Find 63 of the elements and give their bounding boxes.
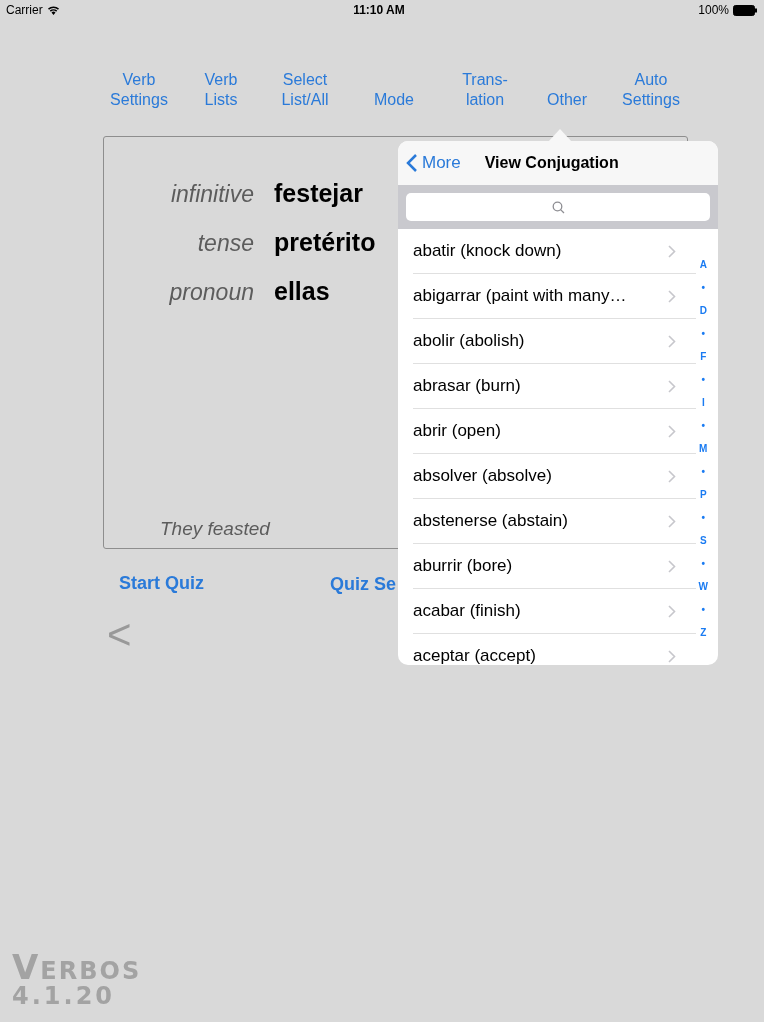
battery-percent: 100% — [698, 3, 729, 17]
verb-row[interactable]: abstenerse (abstain) — [413, 499, 696, 544]
index-letter[interactable]: Z — [700, 621, 707, 644]
verb-row[interactable]: aburrir (bore) — [413, 544, 696, 589]
field-label: tense — [197, 230, 254, 257]
translation-text: They feasted — [160, 518, 270, 540]
index-letter[interactable]: W — [698, 575, 708, 598]
chevron-right-icon — [668, 559, 676, 573]
verb-row[interactable]: abrir (open) — [413, 409, 696, 454]
toolbar-button[interactable]: Trans- lation — [446, 68, 524, 110]
index-letter[interactable]: • — [701, 460, 706, 483]
index-letter[interactable]: S — [699, 529, 707, 552]
index-letter[interactable]: • — [701, 552, 706, 575]
verb-row[interactable]: abigarrar (paint with many… — [413, 274, 696, 319]
search-field[interactable] — [406, 193, 710, 221]
verb-row[interactable]: aceptar (accept) — [413, 634, 696, 665]
chevron-right-icon — [668, 649, 676, 663]
field-value: ellas — [274, 277, 330, 306]
chevron-left-icon — [406, 153, 418, 173]
index-letter[interactable]: • — [701, 276, 706, 299]
popover-title: View Conjugation — [484, 154, 619, 172]
chevron-right-icon — [668, 514, 676, 528]
back-link[interactable]: More — [406, 153, 461, 173]
toolbar-button[interactable]: Select List/All — [268, 68, 342, 110]
toolbar-button[interactable]: Verb Settings — [104, 68, 174, 110]
index-letter[interactable]: • — [701, 368, 706, 391]
index-letter[interactable]: I — [701, 391, 705, 414]
toolbar-button[interactable]: Verb Lists — [174, 68, 268, 110]
chevron-right-icon — [668, 379, 676, 393]
index-letter[interactable]: P — [699, 483, 707, 506]
index-letter[interactable]: M — [699, 437, 708, 460]
index-letter[interactable]: • — [701, 506, 706, 529]
chevron-right-icon — [668, 334, 676, 348]
field-value: festejar — [274, 179, 363, 208]
index-letter[interactable]: A — [699, 253, 707, 276]
action-link[interactable]: Start Quiz — [119, 571, 204, 595]
verb-row[interactable]: abatir (knock down) — [413, 229, 696, 274]
clock: 11:10 AM — [353, 3, 405, 17]
search-icon — [551, 200, 565, 214]
verb-row[interactable]: acabar (finish) — [413, 589, 696, 634]
index-letter[interactable]: • — [701, 322, 706, 345]
verb-row[interactable]: abolir (abolish) — [413, 319, 696, 364]
index-letter[interactable]: F — [700, 345, 707, 368]
wifi-icon — [46, 5, 60, 15]
field-label: pronoun — [169, 279, 254, 306]
index-letter[interactable]: • — [701, 598, 706, 621]
chevron-right-icon — [668, 289, 676, 303]
chevron-right-icon — [668, 604, 676, 618]
index-letter[interactable]: D — [699, 299, 707, 322]
index-letter[interactable]: • — [701, 414, 706, 437]
field-label: infinitive — [170, 181, 254, 208]
chevron-right-icon — [668, 469, 676, 483]
toolbar-button[interactable]: Auto Settings — [610, 68, 692, 110]
toolbar-button[interactable]: Other — [524, 68, 610, 110]
action-link[interactable]: Quiz Se — [330, 574, 397, 595]
carrier-label: Carrier — [6, 3, 43, 17]
battery-icon — [733, 4, 758, 16]
field-value: pretérito — [274, 228, 376, 257]
chevron-right-icon — [668, 244, 676, 258]
chevron-right-icon — [668, 424, 676, 438]
verb-row[interactable]: absolver (absolve) — [413, 454, 696, 499]
toolbar-button[interactable]: Mode — [342, 68, 446, 110]
verb-row[interactable]: abrasar (burn) — [413, 364, 696, 409]
